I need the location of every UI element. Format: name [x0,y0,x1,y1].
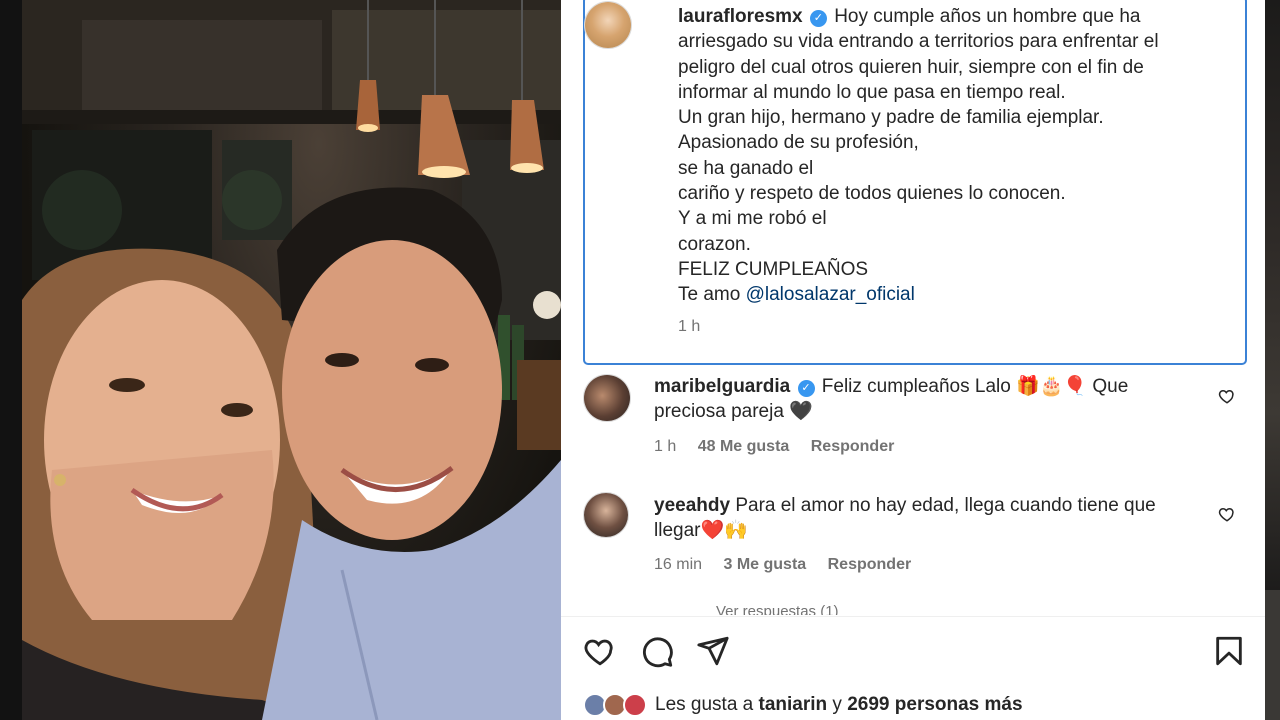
comment-icon[interactable] [640,634,674,668]
selfie-illustration [22,0,561,720]
bookmark-icon[interactable] [1212,634,1246,668]
post-time[interactable]: 1 h [678,318,700,336]
comment-text: yeeahdy Para el amor no hay edad, llega … [654,493,1214,544]
left-background-strip [0,0,22,720]
liker-avatars [583,691,655,719]
commenter-avatar[interactable] [583,492,629,538]
comment-time[interactable]: 16 min [654,556,702,573]
view-replies-link[interactable]: Ver respuestas (1) [716,603,839,615]
post-panel: laurafloresmx ✓ Hoy cumple años un hombr… [561,0,1265,720]
comment-meta: 1 h 48 Me gusta Responder [654,438,911,456]
caption-line: FELIZ CUMPLEAÑOS [678,258,869,280]
likes-prefix: Les gusta a [655,694,759,715]
comment-text: maribelguardia ✓ Feliz cumpleaños Lalo 🎁… [654,374,1214,425]
author-avatar[interactable] [584,1,632,49]
caption-line: se ha ganado el [678,157,814,179]
liker-username[interactable]: taniarin [759,694,828,715]
commenter-username[interactable]: maribelguardia [654,376,790,397]
caption-line: Te amo [678,284,746,306]
right-background-strip [1265,0,1280,720]
caption-focus-box: laurafloresmx ✓ Hoy cumple años un hombr… [583,0,1247,365]
comment-line: preciosa pareja 🖤 [654,401,813,423]
reply-button[interactable]: Responder [811,438,895,455]
comment-time[interactable]: 1 h [654,438,676,455]
caption-line: Hoy cumple años un hombre que ha [834,6,1141,27]
comment-like-heart-icon[interactable] [1218,505,1236,523]
commenter-username[interactable]: yeeahdy [654,495,730,516]
comment-meta: 16 min 3 Me gusta Responder [654,556,928,574]
caption-line: informar al mundo lo que pasa en tiempo … [678,81,1066,103]
author-username[interactable]: laurafloresmx [678,6,803,27]
comment-line: Para el amor no hay edad, llega cuando t… [735,495,1156,516]
caption-line: corazon. [678,233,751,255]
background-photo-edge [1265,0,1280,590]
likes-text: Les gusta a taniarin y 2699 personas más [655,694,1023,716]
caption-line: arriesgado su vida entrando a territorio… [678,31,1159,53]
comment-line: llegar❤️🙌 [654,520,748,542]
verified-badge-icon: ✓ [809,10,827,27]
caption-line: Un gran hijo, hermano y padre de familia… [678,107,1104,129]
post-photo[interactable] [22,0,561,720]
caption-line: peligro del cual otros quieren huir, sie… [678,56,1144,78]
comment-likes[interactable]: 3 Me gusta [723,556,806,573]
background-edge [1265,590,1280,720]
caption-line: cariño y respeto de todos quienes lo con… [678,183,1066,205]
share-icon[interactable] [696,634,730,668]
likes-count[interactable]: 2699 personas más [847,694,1022,715]
verified-badge-icon: ✓ [797,380,815,397]
comment-likes[interactable]: 48 Me gusta [698,438,790,455]
likes-middle: y [827,694,848,715]
caption-text: laurafloresmx ✓ Hoy cumple años un hombr… [678,4,1238,308]
comment-line: Feliz cumpleaños Lalo 🎁🎂🎈 Que [821,376,1129,397]
mention-link[interactable]: @lalosalazar_oficial [746,284,915,305]
liker-avatar [623,693,647,717]
reply-button[interactable]: Responder [828,556,912,573]
comment-like-heart-icon[interactable] [1218,387,1236,405]
caption-line: Y a mi me robó el [678,208,827,230]
heart-icon[interactable] [583,634,617,668]
actions-divider [561,616,1265,617]
commenter-avatar[interactable] [583,374,631,422]
caption-line: Apasionado de su profesión, [678,132,919,154]
likes-summary: Les gusta a taniarin y 2699 personas más [583,690,1023,720]
